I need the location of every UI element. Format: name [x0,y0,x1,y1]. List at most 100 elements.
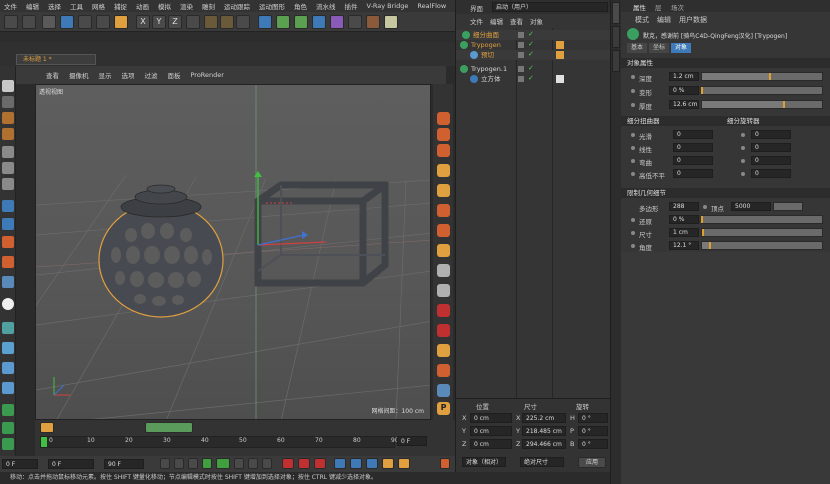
noise-field-1[interactable]: 0 [673,143,713,152]
menu-item-4[interactable]: 网格 [92,1,105,11]
menu-item-7[interactable]: 模拟 [158,1,171,11]
property-slider[interactable] [701,72,823,81]
noise-field-2[interactable]: 0 [751,130,791,139]
rotation-field[interactable]: 0 ° [578,439,608,449]
heart-icon[interactable] [2,298,14,310]
key-pla-button[interactable] [398,458,410,469]
timeline-tools[interactable] [145,422,193,433]
viewport-menu-item-5[interactable]: 面板 [168,70,181,80]
live-select-icon[interactable] [42,15,56,29]
animate-dot-icon[interactable] [631,159,635,163]
snap-icon[interactable] [2,236,14,248]
xpresso-icon[interactable] [437,204,450,217]
visibility-icon[interactable] [518,52,524,58]
plugin-p-icon[interactable]: P [437,402,450,415]
tab-layers[interactable]: 层 [655,2,662,12]
perspective-viewport[interactable]: 透视视图 网格间距：100 cm [35,84,431,420]
animate-dot-icon[interactable] [631,133,635,137]
menu-mode[interactable]: 模式 [635,15,649,25]
floor-icon[interactable] [348,15,362,29]
size-field[interactable]: 294.466 cm [522,439,566,449]
object-menu-item-3[interactable]: 对象 [530,16,543,26]
camera-icon[interactable] [366,15,380,29]
recent-tools-icon[interactable] [114,15,128,29]
property-slider[interactable] [701,100,823,109]
property-slider[interactable] [701,241,823,250]
property-field[interactable]: 12.1 ° [669,241,699,250]
record-button[interactable] [282,458,294,469]
menu-item-1[interactable]: 编辑 [26,1,39,11]
viewport-menu-item-6[interactable]: ProRender [191,71,224,79]
menu-item-6[interactable]: 动画 [136,1,149,11]
menu-item-9[interactable]: 雕刻 [202,1,215,11]
key-rotation-button[interactable] [366,458,378,469]
playhead[interactable] [41,437,47,447]
animate-dot-icon[interactable] [741,159,745,163]
object-menu-item-1[interactable]: 编辑 [490,16,503,26]
scale-icon[interactable] [78,15,92,29]
lock-workplane-icon[interactable] [2,276,14,288]
object-row[interactable]: 细分曲面 ✓ [456,30,611,40]
side-tab-structure[interactable] [612,50,620,72]
box-tool-icon[interactable] [2,422,14,434]
deformer-icon[interactable] [330,15,344,29]
menu-item-3[interactable]: 工具 [70,1,83,11]
rotate-icon[interactable] [96,15,110,29]
menu-item-5[interactable]: 捕捉 [114,1,127,11]
noise-field-2[interactable]: 0 [751,156,791,165]
object-menu-item-2[interactable]: 查看 [510,16,523,26]
render-settings-icon[interactable] [236,15,250,29]
paint-icon[interactable] [2,322,14,334]
visibility-icon[interactable] [518,32,524,38]
tab-attributes[interactable]: 属性 [633,2,646,12]
play-forward-button[interactable] [216,458,230,469]
array-icon[interactable] [312,15,326,29]
cloth-icon[interactable] [437,244,450,257]
points-mode-icon[interactable] [2,146,14,158]
vertex-count-field[interactable]: 5000 [731,202,771,211]
menu-item-10[interactable]: 运动跟踪 [224,1,250,11]
pen-icon[interactable] [437,304,450,317]
animate-dot-icon[interactable] [631,231,635,235]
range-end-field[interactable]: 90 F [104,459,144,469]
render-region-icon[interactable] [437,128,450,141]
light-icon[interactable] [384,15,398,29]
layout-dropdown[interactable]: 启动（用户） [492,2,608,12]
text-tool-icon[interactable] [2,438,14,450]
size-field[interactable]: 218.485 cm [522,426,566,436]
menu-item-2[interactable]: 选择 [48,1,61,11]
hair-icon[interactable] [437,224,450,237]
trypogen-sphere[interactable] [98,184,224,318]
model-mode-icon[interactable] [2,96,14,108]
position-field[interactable]: 0 cm [470,426,512,436]
visibility-icon[interactable] [518,66,524,72]
animate-dot-icon[interactable] [741,172,745,176]
timeline-editor-button[interactable] [440,458,450,469]
tab-takes[interactable]: 场次 [671,2,684,12]
enabled-check-icon[interactable]: ✓ [528,41,534,48]
animate-dot-icon[interactable] [703,205,707,209]
subtab-coord[interactable]: 坐标 [649,43,670,53]
object-menu-item-0[interactable]: 文件 [470,16,483,26]
noise-field-1[interactable]: 0 [673,169,713,178]
animate-dot-icon[interactable] [631,146,635,150]
property-field[interactable]: 1 cm [669,228,699,237]
menu-userdata[interactable]: 用户数据 [679,15,707,25]
redo-icon[interactable] [22,15,36,29]
property-field[interactable]: 0 % [669,86,699,95]
tweak-mode-icon[interactable] [2,218,14,230]
autokey-button[interactable] [298,458,310,469]
noise-field-1[interactable]: 0 [673,156,713,165]
animate-dot-icon[interactable] [631,75,635,79]
axis-x-icon[interactable]: X [136,15,150,29]
go-end-button[interactable] [262,458,272,469]
rotation-field[interactable]: 0 ° [578,426,608,436]
prev-frame-button[interactable] [188,458,198,469]
property-slider[interactable] [701,215,823,224]
keyframe-selection-button[interactable] [314,458,326,469]
side-tab-object[interactable] [612,2,620,24]
object-row[interactable]: 预切 ✓ [456,50,611,60]
rotation-field[interactable]: 0 ° [578,413,608,423]
tube-shape-icon[interactable] [437,384,450,397]
position-field[interactable]: 0 cm [470,413,512,423]
